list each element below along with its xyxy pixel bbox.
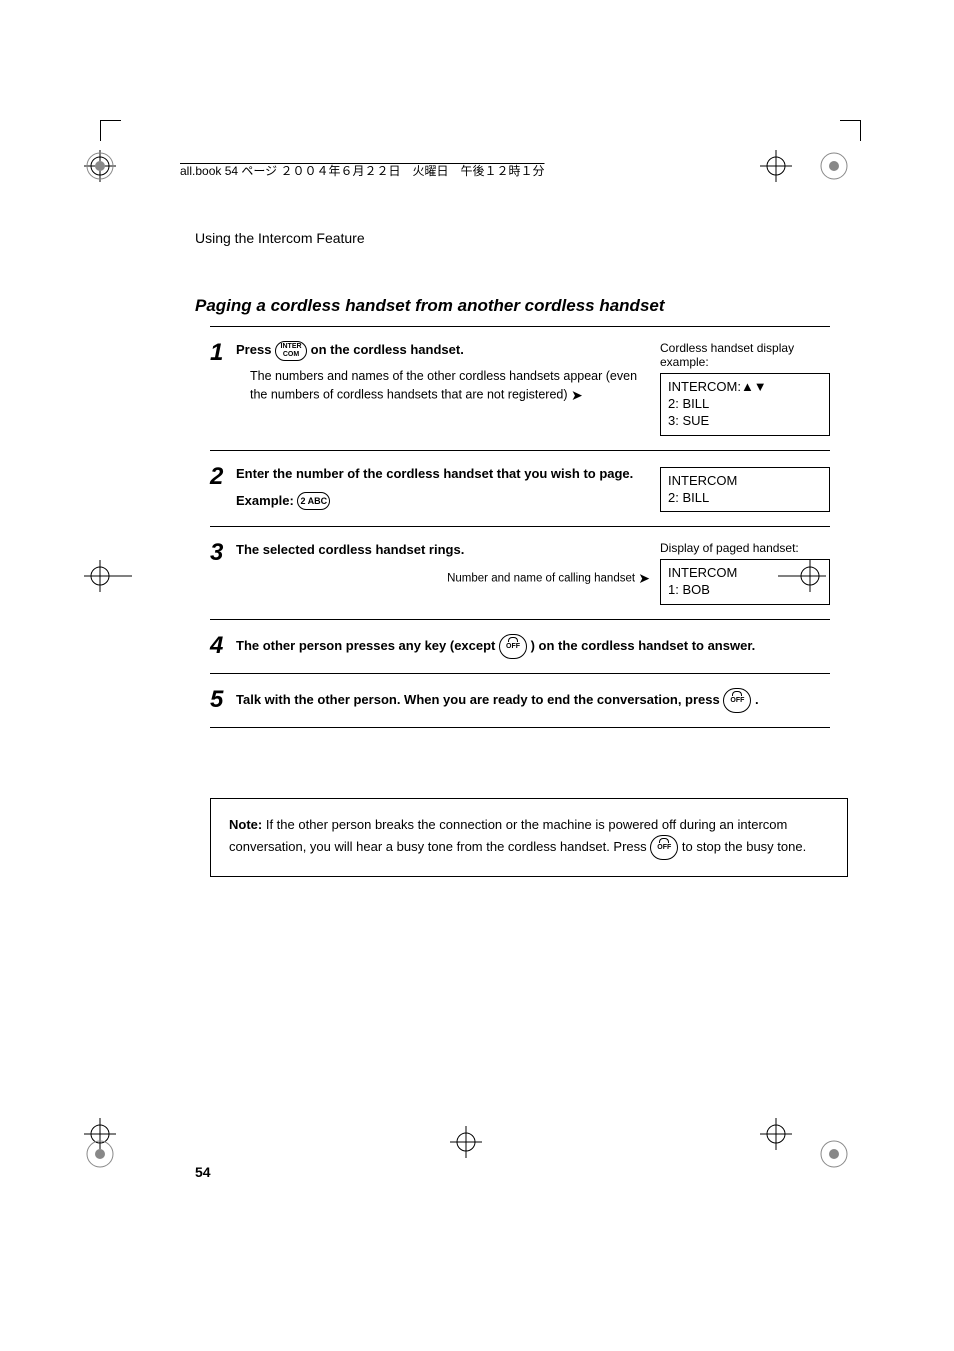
- note-bold: Note:: [229, 817, 262, 832]
- step-1-press: Press: [236, 342, 271, 357]
- step-1-display-l3: 3: SUE: [668, 413, 822, 430]
- note-box: Note: If the other person breaks the con…: [210, 798, 848, 877]
- step-2-body: Enter the number of the cordless handset…: [236, 465, 660, 511]
- arrow-right-icon-2: ➤: [638, 570, 650, 587]
- step-3-right-small: Number and name of calling handset ➤: [236, 570, 650, 587]
- step-1-display: INTERCOM:▲▼ 2: BILL 3: SUE: [660, 373, 830, 436]
- intercom-key-icon: INTER COM: [275, 341, 307, 361]
- off-key-icon: OFF: [499, 634, 527, 659]
- step-1-caption: Cordless handset display example:: [660, 341, 830, 369]
- steps-area: 1 Press INTER COM on the cordless handse…: [210, 326, 830, 728]
- step-3-body: The selected cordless handset rings. Num…: [236, 541, 660, 587]
- off-key-icon-2: OFF: [723, 688, 751, 713]
- step-3-display-l1: INTERCOM: [668, 565, 822, 582]
- step-3-display: INTERCOM 1: BOB: [660, 559, 830, 605]
- section-title: Using the Intercom Feature: [195, 230, 860, 246]
- steps-bottom-rule: [210, 727, 830, 728]
- step-3-display-col: Display of paged handset: INTERCOM 1: BO…: [660, 541, 830, 605]
- step-3-right-small-text: Number and name of calling handset: [447, 573, 635, 585]
- step-3: 3 The selected cordless handset rings. N…: [210, 526, 830, 619]
- step-2-display-col: INTERCOM 2: BILL: [660, 465, 830, 513]
- step-1: 1 Press INTER COM on the cordless handse…: [210, 326, 830, 450]
- step-4-body: The other person presses any key (except…: [236, 634, 830, 659]
- step-2-display-l2: 2: BILL: [668, 490, 822, 507]
- step-2-display-l1: INTERCOM: [668, 473, 822, 490]
- step-1-display-l2: 2: BILL: [668, 396, 822, 413]
- page-number: 54: [195, 1164, 211, 1180]
- step-4-after: ) on the cordless handset to answer.: [527, 638, 755, 653]
- arrow-right-icon: ➤: [571, 385, 583, 405]
- step-1-display-l1: INTERCOM:▲▼: [668, 379, 822, 396]
- header-meta: all.book 54 ページ ２００４年６月２２日 火曜日 午後１２時１分: [180, 160, 544, 179]
- step-1-sub: The numbers and names of the other cordl…: [250, 367, 650, 405]
- step-4: 4 The other person presses any key (exce…: [210, 619, 830, 673]
- step-5-body: Talk with the other person. When you are…: [236, 688, 830, 713]
- step-3-display-l2: 1: BOB: [668, 582, 822, 599]
- step-2-example-label: Example:: [236, 493, 294, 508]
- step-4-num: 4: [210, 634, 236, 658]
- step-4-before: The other person presses any key (except: [236, 638, 499, 653]
- step-5-before: Talk with the other person. When you are…: [236, 692, 723, 707]
- step-1-num: 1: [210, 341, 236, 365]
- step-2-num: 2: [210, 465, 236, 489]
- step-5: 5 Talk with the other person. When you a…: [210, 673, 830, 727]
- step-5-after: .: [751, 692, 758, 707]
- step-2-line1: Enter the number of the cordless handset…: [236, 466, 633, 481]
- subheading: Paging a cordless handset from another c…: [195, 296, 860, 316]
- step-1-display-col: Cordless handset display example: INTERC…: [660, 341, 830, 436]
- note-text2: to stop the busy tone.: [678, 839, 806, 854]
- off-key-icon-note: OFF: [650, 835, 678, 860]
- step-2: 2 Enter the number of the cordless hands…: [210, 450, 830, 527]
- page-body: all.book 54 ページ ２００４年６月２２日 火曜日 午後１２時１分 U…: [100, 120, 860, 1220]
- step-2-display: INTERCOM 2: BILL: [660, 467, 830, 513]
- step-3-caption: Display of paged handset:: [660, 541, 830, 555]
- step-3-num: 3: [210, 541, 236, 565]
- digit-2-key-icon: 2 ABC: [297, 492, 330, 510]
- step-1-after: on the cordless handset.: [307, 342, 464, 357]
- step-5-num: 5: [210, 688, 236, 712]
- step-1-body: Press INTER COM on the cordless handset.…: [236, 341, 660, 405]
- step-3-line1: The selected cordless handset rings.: [236, 542, 464, 557]
